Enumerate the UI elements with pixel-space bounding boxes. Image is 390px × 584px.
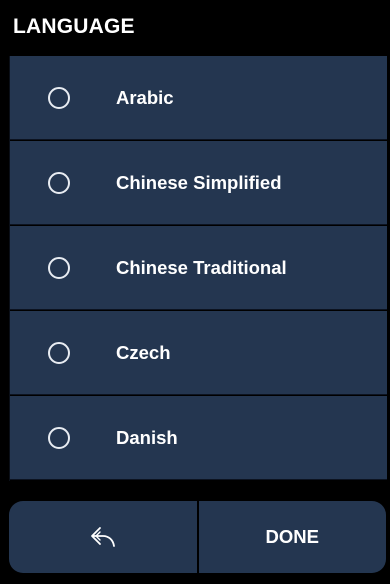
language-label: Danish <box>116 426 178 448</box>
language-option-arabic[interactable]: Arabic <box>10 56 387 140</box>
language-label: Chinese Traditional <box>116 256 287 278</box>
language-label: Arabic <box>116 86 174 108</box>
language-option-czech[interactable]: Czech <box>10 311 387 395</box>
radio-button-icon[interactable] <box>48 426 70 449</box>
language-label: Chinese Simplified <box>116 171 282 193</box>
language-screen: LANGUAGE Arabic Chinese Simplified Chine… <box>0 0 390 584</box>
radio-button-icon[interactable] <box>48 256 70 279</box>
language-option-chinese-traditional[interactable]: Chinese Traditional <box>10 226 387 310</box>
back-arrow-icon <box>90 526 116 548</box>
language-option-danish[interactable]: Danish <box>10 396 387 480</box>
radio-button-icon[interactable] <box>48 341 70 364</box>
language-option-chinese-simplified[interactable]: Chinese Simplified <box>10 141 387 225</box>
page-title: LANGUAGE <box>13 15 135 38</box>
language-list: Arabic Chinese Simplified Chinese Tradit… <box>9 56 387 481</box>
radio-button-icon[interactable] <box>48 171 70 194</box>
back-button[interactable] <box>9 501 197 573</box>
footer-bar: DONE <box>9 501 386 573</box>
done-button[interactable]: DONE <box>198 501 386 573</box>
language-label: Czech <box>116 341 171 363</box>
radio-button-icon[interactable] <box>48 86 70 109</box>
